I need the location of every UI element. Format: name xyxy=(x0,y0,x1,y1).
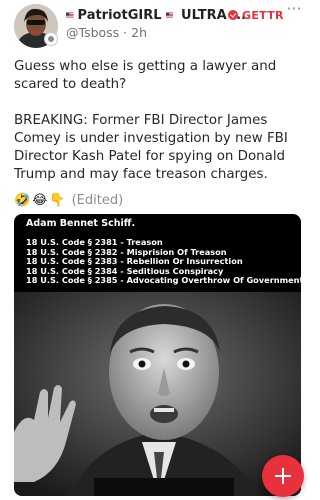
code-item: 18 U.S. Code § 2385 - Advocating Overthr… xyxy=(26,275,301,285)
edited-label[interactable]: (Edited) xyxy=(72,193,124,208)
code-list: 18 U.S. Code § 2381 - Treason 18 U.S. Co… xyxy=(26,237,301,286)
us-flag-icon xyxy=(165,12,174,18)
more-horizontal-icon[interactable]: ··· xyxy=(285,1,303,18)
author-name-row[interactable]: PatriotGIRL ULTRA ... xyxy=(66,6,246,24)
author-meta: @Tsboss · 2h xyxy=(66,25,147,40)
post-time: 2h xyxy=(131,25,148,40)
rofl-emoji: 🤣 xyxy=(14,192,31,208)
point-down-emoji: 👇 xyxy=(49,192,66,208)
gettr-source-link[interactable]: GETTR xyxy=(228,8,284,22)
author-display-name: PatriotGIRL xyxy=(77,7,162,23)
meta-separator: · xyxy=(123,25,128,40)
post-card: PatriotGIRL ULTRA ... @Tsboss · 2h GETTR… xyxy=(0,0,315,500)
verified-badge-icon xyxy=(44,32,58,46)
author-handle[interactable]: @Tsboss xyxy=(66,25,119,40)
plus-icon xyxy=(275,468,291,484)
reaction-row: 🤣 😂 👇 (Edited) xyxy=(14,192,123,208)
image-caption: Adam Bennet Schiff. xyxy=(26,218,136,229)
gettr-label: GETTR xyxy=(242,8,284,22)
post-body: Guess who else is getting a lawyer and s… xyxy=(14,58,306,184)
gettr-logo-icon xyxy=(228,10,238,20)
compose-button[interactable] xyxy=(262,455,304,497)
portrait-photo xyxy=(14,292,301,496)
post-paragraph-1: Guess who else is getting a lawyer and s… xyxy=(14,59,277,92)
us-flag-icon xyxy=(66,12,74,18)
post-paragraph-2: BREAKING: Former FBI Director James Come… xyxy=(14,113,288,182)
post-image[interactable]: Adam Bennet Schiff. 18 U.S. Code § 2381 … xyxy=(14,214,301,496)
joy-emoji: 😂 xyxy=(32,192,48,208)
